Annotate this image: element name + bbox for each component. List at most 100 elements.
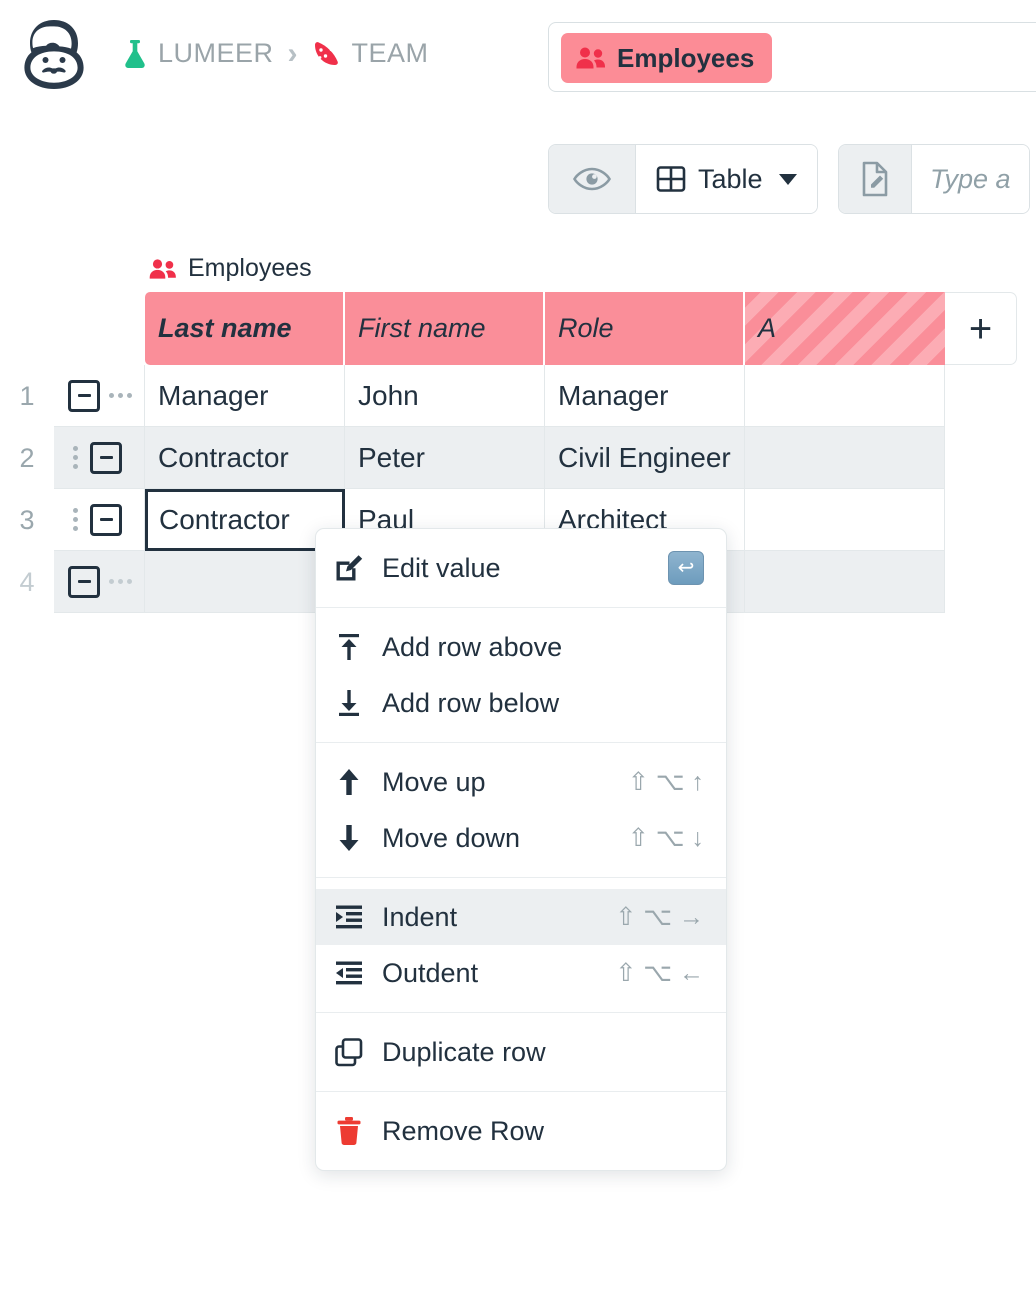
app-root: LUMEER › TEAM Employees Table Type a Emp… [0,0,1036,1304]
table-row: Manager John Manager [145,365,1017,427]
cell-a[interactable] [745,551,945,613]
pizza-slice-icon [312,40,342,68]
row-number: 2 [19,442,35,473]
breadcrumb-separator: › [287,36,298,70]
view-type-button[interactable]: Table [636,145,817,213]
table-row: Contractor Peter Civil Engineer [145,427,1017,489]
menu-item-shortcut: ⇧ ⌥ ↑ [627,768,704,796]
row-controls [54,427,145,489]
arrow-down-to-line-icon [334,688,364,718]
search-input[interactable]: Type a [912,145,1029,213]
collection-chip-label: Employees [617,42,755,73]
view-toolbar: Table Type a [548,144,1030,214]
arrow-up-icon [334,767,364,797]
plus-icon: + [968,306,993,351]
cell-role[interactable]: Manager [545,365,745,427]
collapse-icon[interactable] [90,503,122,536]
breadcrumb-label-organization: LUMEER [158,38,274,68]
menu-item-label: Add row above [382,631,563,662]
menu-item-remove-row[interactable]: Remove Row [316,1103,726,1159]
column-header-role[interactable]: Role [545,292,745,365]
menu-item-move-up[interactable]: Move up ⇧ ⌥ ↑ [316,754,726,810]
menu-item-shortcut: ⇧ ⌥ ↓ [627,824,704,852]
row-number: 4 [19,566,35,597]
menu-item-edit-value[interactable]: Edit value ↩ [316,540,726,596]
menu-item-outdent[interactable]: Outdent ⇧ ⌥ ← [316,945,726,1001]
document-edit-icon[interactable] [838,145,912,213]
row-number-header [0,292,54,365]
table-title: Employees [148,254,312,283]
cell-role[interactable]: Civil Engineer [545,427,745,489]
menu-item-add-row-below[interactable]: Add row below [316,675,726,731]
menu-section-move: Move up ⇧ ⌥ ↑ Move down ⇧ ⌥ ↓ [316,742,726,877]
menu-section-edit: Edit value ↩ [316,529,726,607]
menu-section-duplicate: Duplicate row [316,1012,726,1091]
row-controls-column [54,365,145,613]
menu-item-add-row-above[interactable]: Add row above [316,619,726,675]
arrow-up-to-line-icon [334,632,364,662]
search-group: Type a [837,144,1030,214]
arrow-down-icon [334,823,364,853]
collection-chip-container: Employees [548,22,1036,92]
row-controls [54,551,145,613]
indent-icon [334,904,364,930]
menu-section-remove: Remove Row [316,1091,726,1170]
row-controls [54,365,145,427]
menu-item-label: Outdent [382,957,479,988]
column-header-last-name[interactable]: Last name [145,292,345,365]
row-menu-icon[interactable] [109,579,132,584]
row-number: 3 [19,504,35,535]
menu-item-duplicate-row[interactable]: Duplicate row [316,1024,726,1080]
menu-item-label: Add row below [382,687,560,718]
search-placeholder: Type a [930,163,1011,194]
enter-key-badge: ↩ [668,551,704,585]
menu-item-label: Edit value [382,552,501,583]
table-grid-icon [656,164,686,194]
add-column-button[interactable]: + [945,292,1017,365]
cell-first-name[interactable]: Peter [345,427,545,489]
column-header-a[interactable]: A [745,292,945,365]
collapse-icon[interactable] [68,565,100,598]
row-context-menu: Edit value ↩ Add row above Add row below… [315,528,727,1171]
cell-last-name[interactable]: Manager [145,365,345,427]
drag-handle-icon[interactable] [72,446,78,469]
breadcrumb: LUMEER › TEAM [122,38,429,69]
drag-handle-icon[interactable] [72,508,78,531]
users-icon [575,46,607,70]
menu-section-add: Add row above Add row below [316,607,726,742]
breadcrumb-label-project: TEAM [351,38,429,68]
menu-item-label: Move up [382,766,486,797]
menu-item-shortcut: ⇧ ⌥ ← [615,959,704,987]
trash-icon [334,1116,364,1146]
cell-first-name[interactable]: John [345,365,545,427]
menu-section-indent: Indent ⇧ ⌥ → Outdent ⇧ ⌥ ← [316,877,726,1012]
row-number: 1 [19,380,35,411]
cell-a[interactable] [745,489,945,551]
cell-a[interactable] [745,365,945,427]
row-number-column: 1 2 3 4 [0,292,54,613]
menu-item-indent[interactable]: Indent ⇧ ⌥ → [316,889,726,945]
eye-icon[interactable] [549,145,636,213]
breadcrumb-item-project[interactable]: TEAM [312,38,429,69]
table-header-row: Last name First name Role A + [145,292,1017,365]
row-menu-icon[interactable] [109,393,132,398]
view-type-label: Table [698,163,763,194]
duplicate-icon [334,1037,364,1067]
cell-a[interactable] [745,427,945,489]
outdent-icon [334,960,364,986]
cell-last-name[interactable]: Contractor [145,427,345,489]
column-header-first-name[interactable]: First name [345,292,545,365]
user-avatar-icon[interactable] [16,16,92,92]
chevron-down-icon [778,173,797,185]
menu-item-move-down[interactable]: Move down ⇧ ⌥ ↓ [316,810,726,866]
edit-pencil-icon [334,553,364,583]
users-icon [148,258,178,280]
breadcrumb-item-organization[interactable]: LUMEER [122,38,274,69]
menu-item-shortcut: ⇧ ⌥ → [615,903,704,931]
menu-item-label: Remove Row [382,1115,545,1146]
menu-item-label: Indent [382,901,458,932]
collapse-icon[interactable] [68,379,100,412]
collapse-icon[interactable] [90,441,122,474]
flask-icon [122,39,148,69]
collection-chip-employees[interactable]: Employees [561,33,773,83]
